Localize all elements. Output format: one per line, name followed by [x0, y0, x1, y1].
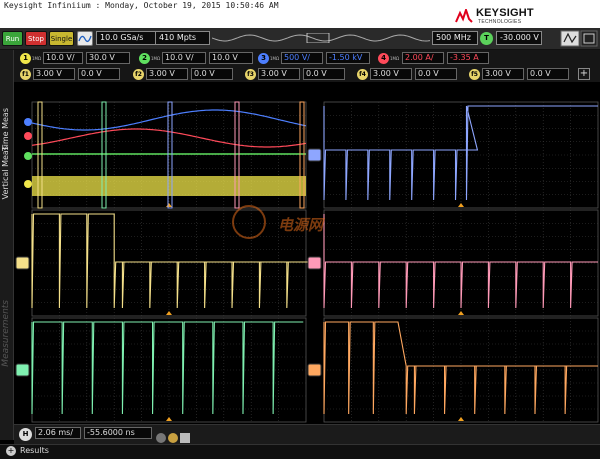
waveform-canvas[interactable]	[14, 84, 600, 424]
window-title: Keysight Infiniium : Monday, October 19,…	[4, 1, 279, 10]
tab-time-meas[interactable]: Time Meas	[1, 108, 10, 151]
channel-ground-marker	[24, 152, 32, 160]
add-function-button[interactable]: +	[578, 68, 590, 80]
math-f2-icon[interactable]: f2	[133, 69, 144, 80]
math-f3-icon[interactable]: f3	[245, 69, 256, 80]
brand-subtitle: TECHNOLOGIES	[478, 19, 522, 25]
bandwidth-field[interactable]: 500 MHz	[432, 31, 478, 45]
channel-4-scale-field[interactable]: 2.00 A/	[402, 52, 444, 64]
zoom-panel-5-grid	[323, 317, 599, 423]
math-f2-scale-field[interactable]: 3.00 V	[146, 68, 188, 80]
watermark-text: 电源网	[278, 216, 324, 234]
zoom-panel-1-grid	[323, 101, 599, 209]
math-f5-scale-field[interactable]: 3.00 V	[482, 68, 524, 80]
zoom-function-badge	[307, 256, 322, 270]
channel-3-impedance: 1MΩ	[270, 56, 280, 61]
channel-4-impedance: 1MΩ	[390, 56, 400, 61]
math-f3-scale-field[interactable]: 3.00 V	[258, 68, 300, 80]
zoom-panel-4-grid	[31, 317, 307, 423]
channel-1-trace	[32, 176, 306, 196]
math-f4-offset-field[interactable]: 0.0 V	[415, 68, 457, 80]
waveform-display[interactable]	[14, 84, 600, 424]
waveform-overview-strip[interactable]	[212, 33, 430, 43]
channel-3-scale-field[interactable]: 500 V/	[281, 52, 323, 64]
memory-depth-field[interactable]: 410 Mpts	[155, 31, 210, 45]
tab-measurements[interactable]: Measurements	[1, 300, 11, 367]
keysight-logo-icon	[455, 9, 473, 23]
channel-3-icon[interactable]: 3	[258, 53, 269, 64]
zoom-function-badge	[15, 363, 30, 377]
brand-name: KEYSIGHT	[476, 7, 534, 19]
channel-1-impedance: 1MΩ	[32, 56, 42, 61]
horizontal-position-field[interactable]: -55.6000 ns	[84, 427, 152, 439]
channel-2-icon[interactable]: 2	[139, 53, 150, 64]
zoom-function-badge	[307, 363, 322, 377]
math-f4-icon[interactable]: f4	[357, 69, 368, 80]
channel-ground-marker	[24, 180, 32, 188]
math-f5-icon[interactable]: f5	[469, 69, 480, 80]
trigger-icon[interactable]: T	[480, 32, 493, 45]
single-button[interactable]: Single	[49, 31, 74, 46]
channel-2-impedance: 1MΩ	[151, 56, 161, 61]
channel-3-offset-field[interactable]: -1.50 kV	[326, 52, 370, 64]
math-f1-icon[interactable]: f1	[20, 69, 31, 80]
display-mode-icon[interactable]	[560, 30, 598, 47]
zoom-function-badge	[307, 148, 322, 162]
run-button[interactable]: Run	[2, 31, 23, 46]
math-f3-offset-field[interactable]: 0.0 V	[303, 68, 345, 80]
math-f1-offset-field[interactable]: 0.0 V	[78, 68, 120, 80]
channel-ground-marker	[24, 132, 32, 140]
zoom-function-badge	[15, 256, 30, 270]
stop-button[interactable]: Stop	[25, 31, 47, 46]
autoscale-button[interactable]	[77, 31, 93, 46]
status-bar	[0, 444, 600, 459]
horizontal-control-icons[interactable]	[156, 428, 202, 443]
math-f4-scale-field[interactable]: 3.00 V	[370, 68, 412, 80]
sample-rate-field[interactable]: 10.0 GSa/s	[96, 31, 156, 45]
autoscale-icon	[78, 35, 92, 43]
zoom-in-icon[interactable]	[156, 433, 166, 443]
results-tab[interactable]: Results	[20, 446, 49, 455]
channel-4-icon[interactable]: 4	[378, 53, 389, 64]
channel-2-offset-field[interactable]: 10.0 V	[209, 52, 253, 64]
channel-ground-marker	[24, 118, 32, 126]
channel-1-scale-field[interactable]: 10.0 V/	[43, 52, 83, 64]
math-f1-scale-field[interactable]: 3.00 V	[33, 68, 75, 80]
horizontal-icon[interactable]: H	[19, 428, 32, 441]
side-tab-strip: Time Meas Vertical Meas Measurements	[0, 50, 14, 440]
pan-icon[interactable]	[168, 433, 178, 443]
math-f2-offset-field[interactable]: 0.0 V	[191, 68, 233, 80]
channel-1-offset-field[interactable]: 30.0 V	[86, 52, 130, 64]
results-expand-icon[interactable]: +	[6, 446, 16, 456]
math-f5-offset-field[interactable]: 0.0 V	[527, 68, 569, 80]
trigger-level-field[interactable]: -30.000 V	[496, 31, 542, 45]
channel-1-icon[interactable]: 1	[20, 53, 31, 64]
watermark-logo-icon	[232, 205, 266, 239]
tab-vertical-meas[interactable]: Vertical Meas	[1, 146, 10, 199]
channel-2-scale-field[interactable]: 10.0 V/	[162, 52, 206, 64]
horizontal-menu-icon[interactable]	[180, 433, 190, 443]
channel-4-offset-field[interactable]: -3.35 A	[447, 52, 489, 64]
horizontal-scale-field[interactable]: 2.06 ms/	[35, 427, 81, 439]
